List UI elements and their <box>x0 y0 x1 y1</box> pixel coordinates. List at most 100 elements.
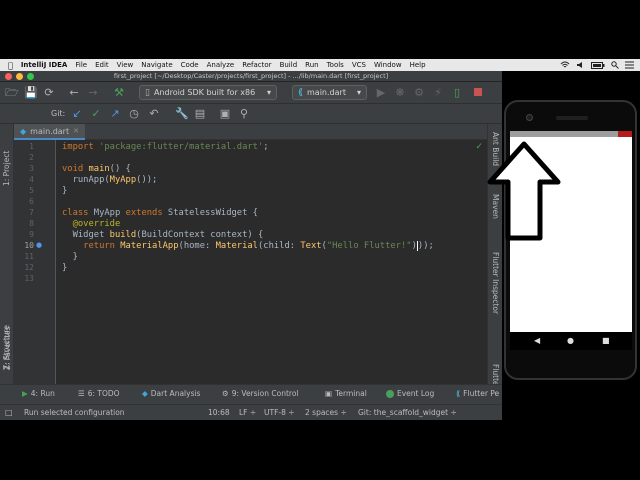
back-icon[interactable]: ← <box>68 87 80 99</box>
caret-position[interactable]: 10:68 <box>208 408 230 417</box>
stop-icon[interactable] <box>472 87 484 99</box>
tool-dart-analysis[interactable]: ◆ Dart Analysis <box>142 389 200 398</box>
code-line: Widget build(BuildContext context) { <box>62 230 264 240</box>
code-line: import 'package:flutter/material.dart'; <box>62 142 269 152</box>
tool-terminal[interactable]: ▣ Terminal <box>325 389 367 398</box>
terminal-icon: ▣ <box>325 389 333 398</box>
line-number: 4 <box>29 175 34 184</box>
menu-code[interactable]: Code <box>181 61 199 69</box>
terminal-window-icon[interactable]: ▣ <box>219 108 231 120</box>
tool-todo[interactable]: ☰ 6: TODO <box>78 389 120 398</box>
file-encoding[interactable]: UTF-8 ÷ <box>264 408 295 417</box>
vcs-icon: ⚙ <box>222 389 229 398</box>
code-line: } <box>62 252 78 262</box>
line-number: 13 <box>24 274 34 283</box>
menu-list-icon[interactable] <box>625 61 634 69</box>
profile-icon[interactable]: ⚙ <box>413 87 425 99</box>
volume-icon[interactable] <box>576 61 585 69</box>
menu-run[interactable]: Run <box>305 61 318 69</box>
run-config-selector[interactable]: ⟪ main.dart ▾ <box>292 85 367 100</box>
git-branch[interactable]: Git: the_scaffold_widget ÷ <box>358 408 457 417</box>
apple-icon[interactable]:  <box>8 61 13 70</box>
tab-main-dart[interactable]: ◆ main.dart ✕ <box>14 124 85 140</box>
menu-window[interactable]: Window <box>374 61 402 69</box>
event-log-icon <box>386 389 394 398</box>
debug-icon[interactable]: ❋ <box>394 87 406 99</box>
tool-todo-label: 6: TODO <box>87 389 120 398</box>
tool-flutter-inspector[interactable]: Flutter Inspector <box>491 252 500 314</box>
forward-icon[interactable]: → <box>87 87 99 99</box>
menu-edit[interactable]: Edit <box>95 61 109 69</box>
vcs-toolbar: Git: ↙ ✓ ↗ ◷ ↶ 🔧 ▤ ▣ ⚲ <box>0 104 502 124</box>
indent-setting[interactable]: 2 spaces ÷ <box>305 408 347 417</box>
run-icon: ▶ <box>22 389 28 398</box>
menu-refactor[interactable]: Refactor <box>242 61 271 69</box>
open-folder-icon[interactable]: 🗁 <box>5 87 19 99</box>
menu-vcs[interactable]: VCS <box>352 61 366 69</box>
nav-home-icon[interactable]: ● <box>567 336 574 345</box>
dart-icon: ◆ <box>142 389 148 398</box>
run-icon[interactable]: ▶ <box>375 87 387 99</box>
menu-file[interactable]: File <box>75 61 87 69</box>
code-line: class MyApp extends StatelessWidget { <box>62 208 258 218</box>
status-bar: □ Run selected configuration 10:68 LF ÷ … <box>0 404 502 420</box>
tool-dart-analysis-label: Dart Analysis <box>150 389 201 398</box>
git-rollback-icon[interactable]: ↶ <box>148 108 160 120</box>
git-push-icon[interactable]: ↗ <box>109 108 121 120</box>
menubar-status-icons <box>560 61 640 69</box>
front-camera <box>526 114 533 121</box>
line-number: 12 <box>24 263 34 272</box>
menu-build[interactable]: Build <box>280 61 298 69</box>
menu-analyze[interactable]: Analyze <box>207 61 235 69</box>
close-tab-icon[interactable]: ✕ <box>73 127 79 135</box>
debug-banner <box>618 131 632 137</box>
build-hammer-icon[interactable]: ⚒ <box>113 87 125 99</box>
device-manager-icon[interactable]: ▯ <box>451 87 463 99</box>
menu-navigate[interactable]: Navigate <box>141 61 172 69</box>
layout-toggle-icon[interactable]: □ <box>5 408 13 417</box>
tool-flutter-performance[interactable]: ⟪ Flutter Pe <box>456 389 499 398</box>
tool-run-label: 4: Run <box>30 389 55 398</box>
git-commit-icon[interactable]: ✓ <box>90 108 102 120</box>
project-structure-icon[interactable]: ▤ <box>194 108 206 120</box>
tool-run[interactable]: ▶ 4: Run <box>22 389 55 398</box>
battery-icon[interactable] <box>591 61 605 69</box>
tab-label: main.dart <box>30 126 70 136</box>
nav-back-icon[interactable]: ◀ <box>534 336 540 345</box>
menu-help[interactable]: Help <box>410 61 426 69</box>
line-separator[interactable]: LF ÷ <box>239 408 256 417</box>
line-number: 2 <box>29 153 34 162</box>
status-message: Run selected configuration <box>24 408 125 417</box>
tool-window-bar: ▶ 4: Run ☰ 6: TODO ◆ Dart Analysis ⚙ 9: Vers… <box>0 384 502 404</box>
wrench-icon[interactable]: 🔧 <box>175 108 189 120</box>
title-bar: first_project [~/Desktop/Caster/projects… <box>0 71 502 82</box>
wifi-icon[interactable] <box>560 61 570 69</box>
override-marker-icon[interactable]: ● <box>36 241 42 249</box>
git-update-icon[interactable]: ↙ <box>71 108 83 120</box>
search-everywhere-icon[interactable]: ⚲ <box>238 108 250 120</box>
nav-recents-icon[interactable]: ■ <box>602 336 610 345</box>
tool-project[interactable]: 1: Project <box>2 151 11 186</box>
menu-view[interactable]: View <box>117 61 134 69</box>
tool-flutter-performance-label: Flutter Pe <box>463 389 500 398</box>
tool-favorites[interactable]: 2: Favorites <box>3 326 12 370</box>
git-history-icon[interactable]: ◷ <box>128 108 140 120</box>
menu-app[interactable]: IntelliJ IDEA <box>21 61 68 69</box>
flutter-icon: ⟪ <box>456 389 461 398</box>
save-icon[interactable]: 💾 <box>24 87 38 99</box>
line-number: 7 <box>29 208 34 217</box>
hot-reload-icon[interactable]: ⚡ <box>432 87 444 99</box>
search-icon[interactable] <box>611 61 619 69</box>
menu-tools[interactable]: Tools <box>327 61 344 69</box>
sync-icon[interactable]: ⟳ <box>43 87 55 99</box>
tool-terminal-label: Terminal <box>335 389 367 398</box>
tool-event-log[interactable]: Event Log <box>386 389 434 398</box>
code-editor[interactable]: import 'package:flutter/material.dart'; … <box>56 140 487 404</box>
window-title: first_project [~/Desktop/Caster/projects… <box>113 72 389 80</box>
tool-event-log-label: Event Log <box>397 389 435 398</box>
device-selector-label: Android SDK built for x86 <box>153 88 256 97</box>
tool-version-control[interactable]: ⚙ 9: Version Control <box>222 389 299 398</box>
line-number: 3 <box>29 164 34 173</box>
chevron-down-icon: ▾ <box>266 88 271 97</box>
device-selector[interactable]: ▯ Android SDK built for x86 ▾ <box>139 85 277 100</box>
